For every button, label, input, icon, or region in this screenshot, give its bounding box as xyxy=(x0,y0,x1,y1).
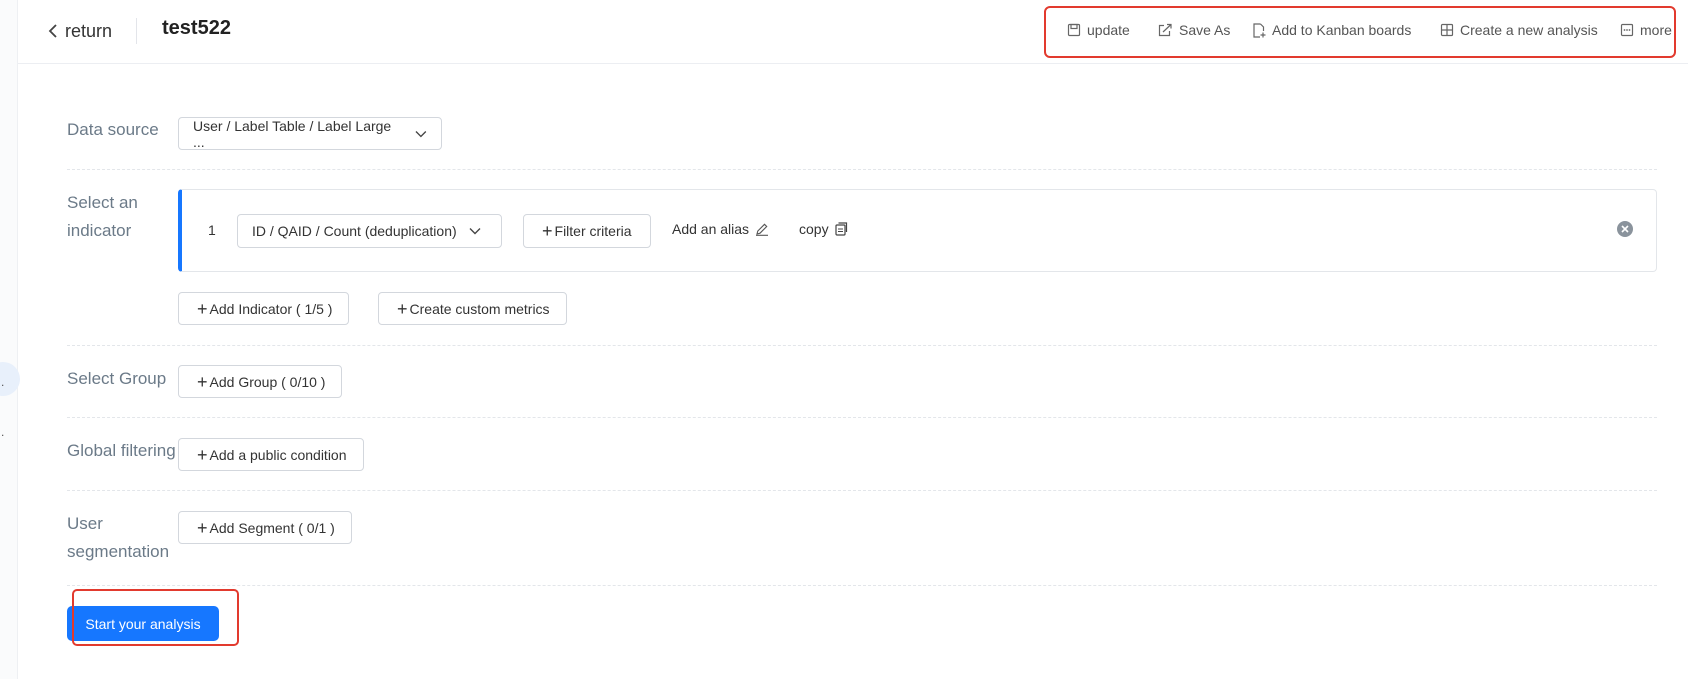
indicator-label-line: Select an xyxy=(67,193,138,212)
share-icon xyxy=(1158,23,1172,37)
row-divider xyxy=(67,490,1657,491)
copy-icon xyxy=(834,222,847,236)
indicator-metric-value: ID / QAID / Count (deduplication) xyxy=(252,223,457,239)
add-public-condition-button[interactable]: + Add a public condition xyxy=(178,438,364,471)
indicator-card: 1 ID / QAID / Count (deduplication) + Fi… xyxy=(178,189,1657,272)
indicator-index: 1 xyxy=(208,222,216,238)
segmentation-label-line: segmentation xyxy=(67,542,170,561)
row-divider xyxy=(67,585,1657,586)
copy-label: copy xyxy=(799,221,829,237)
plus-icon: + xyxy=(197,298,208,319)
indicator-label: Select an indicator xyxy=(67,189,138,245)
add-alias-button[interactable]: Add an alias xyxy=(672,221,769,237)
segmentation-label: User segmentation xyxy=(67,510,169,566)
row-divider xyxy=(67,417,1657,418)
create-custom-metrics-button[interactable]: + Create custom metrics xyxy=(378,292,567,325)
save-icon xyxy=(1067,23,1081,37)
page-header: return test522 update Save As Add to Kan… xyxy=(18,0,1688,64)
data-source-value: User / Label Table / Label Large ... xyxy=(193,117,392,150)
sidebar-truncated-text: . xyxy=(1,425,5,439)
data-source-select[interactable]: User / Label Table / Label Large ... xyxy=(178,117,442,150)
indicator-metric-select[interactable]: ID / QAID / Count (deduplication) xyxy=(237,214,502,248)
create-analysis-label: Create a new analysis xyxy=(1460,22,1598,38)
add-public-condition-label: Add a public condition xyxy=(209,446,347,463)
segmentation-label-line: User xyxy=(67,514,103,533)
save-as-button[interactable]: Save As xyxy=(1158,22,1230,38)
add-group-button[interactable]: + Add Group ( 0/10 ) xyxy=(178,365,343,398)
chevron-down-icon xyxy=(469,228,481,235)
page-title: test522 xyxy=(162,17,231,39)
plus-icon: + xyxy=(397,298,408,319)
add-segment-label: Add Segment ( 0/1 ) xyxy=(209,519,335,536)
more-icon xyxy=(1620,23,1634,37)
copy-button[interactable]: copy xyxy=(799,221,848,237)
chevron-left-icon xyxy=(48,24,57,38)
global-filter-label: Global filtering xyxy=(67,441,176,460)
plus-icon: + xyxy=(197,517,208,538)
filter-criteria-button[interactable]: + Filter criteria xyxy=(523,214,651,248)
add-segment-button[interactable]: + Add Segment ( 0/1 ) xyxy=(178,511,352,544)
filter-criteria-label: Filter criteria xyxy=(554,223,632,239)
indicator-label-line: indicator xyxy=(67,221,132,240)
update-button[interactable]: update xyxy=(1067,22,1130,38)
return-label: return xyxy=(65,20,113,41)
edit-icon xyxy=(756,223,769,236)
start-analysis-highlight xyxy=(72,589,239,646)
update-label: update xyxy=(1087,22,1130,38)
kanban-label: Add to Kanban boards xyxy=(1272,22,1412,38)
group-label: Select Group xyxy=(67,369,167,388)
remove-circle-icon[interactable] xyxy=(1616,220,1634,238)
row-divider xyxy=(67,345,1657,346)
more-label: more xyxy=(1640,22,1672,38)
row-divider xyxy=(67,169,1657,170)
plus-icon: + xyxy=(197,371,208,392)
add-alias-label: Add an alias xyxy=(672,221,750,237)
create-analysis-button[interactable]: Create a new analysis xyxy=(1440,22,1598,38)
add-to-kanban-button[interactable]: Add to Kanban boards xyxy=(1252,22,1411,38)
left-sidebar-strip: . . xyxy=(0,0,20,679)
toolbar-highlight: update Save As Add to Kanban boards Crea… xyxy=(1044,6,1676,58)
add-indicator-button[interactable]: + Add Indicator ( 1/5 ) xyxy=(178,292,350,325)
plus-icon: + xyxy=(542,221,553,241)
sidebar-truncated-text: . xyxy=(1,375,5,389)
custom-metrics-label: Create custom metrics xyxy=(409,300,550,317)
return-button[interactable]: return xyxy=(48,18,112,44)
chevron-down-icon xyxy=(415,130,427,137)
more-button[interactable]: more xyxy=(1620,22,1672,38)
plus-icon: + xyxy=(197,444,208,465)
data-source-label: Data source xyxy=(67,120,159,139)
file-add-icon xyxy=(1253,22,1266,38)
add-group-label: Add Group ( 0/10 ) xyxy=(209,373,326,390)
header-divider xyxy=(136,18,137,44)
grid-add-icon xyxy=(1440,23,1454,37)
save-as-label: Save As xyxy=(1179,22,1231,38)
add-indicator-label: Add Indicator ( 1/5 ) xyxy=(209,300,333,317)
